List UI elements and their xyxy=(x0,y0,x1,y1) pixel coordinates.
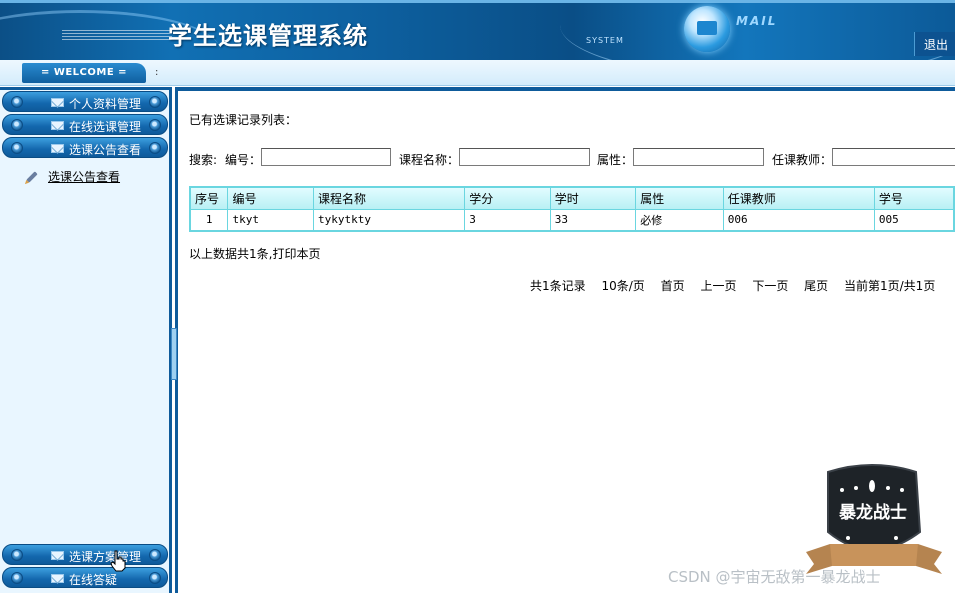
sidebar-item-course-selection[interactable]: 在线选课管理 xyxy=(2,114,168,135)
sidebar-item-label: 个人资料管理 xyxy=(69,97,142,111)
pager-prev-link[interactable]: 上一页 xyxy=(700,279,736,293)
knob-icon xyxy=(11,549,23,561)
search-label-teacher: 任课教师： xyxy=(772,153,833,167)
system-label: SYSTEM xyxy=(586,36,624,45)
table-cell: 33 xyxy=(549,208,637,232)
sidebar-collapse-handle[interactable] xyxy=(171,328,177,380)
table-header-row: 序号 编号 课程名称 学分 学时 属性 任课教师 学号 xyxy=(189,186,955,210)
search-label-course-name: 课程名称： xyxy=(399,153,460,167)
sidebar-subitem-view-announcements[interactable]: 选课公告查看 xyxy=(22,167,162,185)
knob-icon xyxy=(149,96,161,108)
knob-icon xyxy=(11,119,23,131)
column-header: 学号 xyxy=(873,186,955,210)
pager-first-link[interactable]: 首页 xyxy=(661,279,685,293)
course-records-table: 序号 编号 课程名称 学分 学时 属性 任课教师 学号 1 tkyt tykyt… xyxy=(189,186,955,232)
column-header: 编号 xyxy=(227,186,314,210)
mail-logo-icon xyxy=(684,6,730,52)
search-label-id: 编号： xyxy=(225,153,262,167)
app-title: 学生选课管理系统 xyxy=(168,21,368,50)
column-header: 序号 xyxy=(189,186,229,210)
page-title: 已有选课记录列表： xyxy=(189,113,298,127)
pager-current: 当前第1页/共1页 xyxy=(844,279,936,293)
mail-icon xyxy=(51,144,64,153)
record-summary: 以上数据共1条,打印本页 xyxy=(189,247,321,261)
hand-cursor-icon xyxy=(110,550,126,572)
pagination: 共1条记录 10条/页 首页 上一页 下一页 尾页 当前第1页/共1页 xyxy=(530,277,947,294)
welcome-user-text: : xyxy=(155,67,159,78)
table-row: 1 tkyt tykytkty 3 33 必修 006 005 xyxy=(189,208,955,232)
welcome-tab: = WELCOME = xyxy=(22,63,146,83)
sidebar-item-label: 选课公告查看 xyxy=(69,143,142,157)
sidebar-item-label: 选课方案管理 xyxy=(69,550,142,564)
table-cell: tykytkty xyxy=(312,208,466,232)
envelope-icon xyxy=(697,21,717,35)
sidebar-item-course-plan[interactable]: 选课方案管理 xyxy=(2,544,168,565)
knob-icon xyxy=(11,142,23,154)
knob-icon xyxy=(149,119,161,131)
pager-last-link[interactable]: 尾页 xyxy=(804,279,828,293)
pager-next-link[interactable]: 下一页 xyxy=(752,279,788,293)
mail-icon xyxy=(51,98,64,107)
table-cell: 必修 xyxy=(635,208,724,232)
column-header: 学分 xyxy=(464,186,551,210)
pager-total: 共1条记录 xyxy=(530,279,586,293)
mail-icon xyxy=(51,121,64,130)
header-stripes xyxy=(62,28,172,40)
column-header: 任课教师 xyxy=(722,186,875,210)
badge-text: 暴龙战士 xyxy=(838,502,907,523)
column-header: 学时 xyxy=(549,186,637,210)
watermark-badge: 暴龙战士 xyxy=(806,464,942,574)
table-cell: 1 xyxy=(189,208,229,232)
sidebar: 个人资料管理 在线选课管理 选课公告查看 选课公告查看 选课方案管理 在线答疑 xyxy=(0,87,172,593)
sidebar-subitem-label: 选课公告查看 xyxy=(48,170,121,184)
knob-icon xyxy=(149,549,161,561)
knob-icon xyxy=(149,572,161,584)
pager-page-size: 10条/页 xyxy=(601,279,645,293)
logout-button[interactable]: 退出 xyxy=(914,32,955,56)
knob-icon xyxy=(11,572,23,584)
search-input-id[interactable] xyxy=(261,148,391,166)
table-cell: 3 xyxy=(464,208,551,232)
search-input-teacher[interactable] xyxy=(832,148,955,166)
sidebar-top-border xyxy=(0,87,172,90)
search-input-attribute[interactable] xyxy=(633,148,764,166)
search-bar: 搜索: 编号： 课程名称： 属性： 任课教师： xyxy=(189,147,955,169)
search-label-attribute: 属性： xyxy=(597,153,634,167)
knob-icon xyxy=(149,142,161,154)
sidebar-item-label: 在线答疑 xyxy=(69,573,118,587)
sidebar-item-online-qa[interactable]: 在线答疑 xyxy=(2,567,168,588)
welcome-bar: = WELCOME = : xyxy=(0,60,955,86)
knob-icon xyxy=(11,96,23,108)
search-prefix: 搜索: xyxy=(189,153,218,167)
table-cell: 006 xyxy=(722,208,875,232)
column-header: 属性 xyxy=(635,186,724,210)
table-cell: 005 xyxy=(873,208,955,232)
search-input-course-name[interactable] xyxy=(459,148,590,166)
header-decoration-right xyxy=(560,0,955,60)
mail-icon xyxy=(51,551,64,560)
csdn-watermark: CSDN @宇宙无敌第一暴龙战士 xyxy=(668,568,881,586)
sidebar-item-label: 在线选课管理 xyxy=(69,120,142,134)
column-header: 课程名称 xyxy=(312,186,466,210)
mail-logo-text: MAIL xyxy=(736,14,778,28)
sidebar-item-announcements[interactable]: 选课公告查看 xyxy=(2,137,168,158)
sidebar-item-profile[interactable]: 个人资料管理 xyxy=(2,91,168,112)
table-cell: tkyt xyxy=(227,208,314,232)
mail-icon xyxy=(51,574,64,583)
app-header: 学生选课管理系统 SYSTEM MAIL 退出 xyxy=(0,0,955,60)
pencil-icon xyxy=(26,171,38,183)
